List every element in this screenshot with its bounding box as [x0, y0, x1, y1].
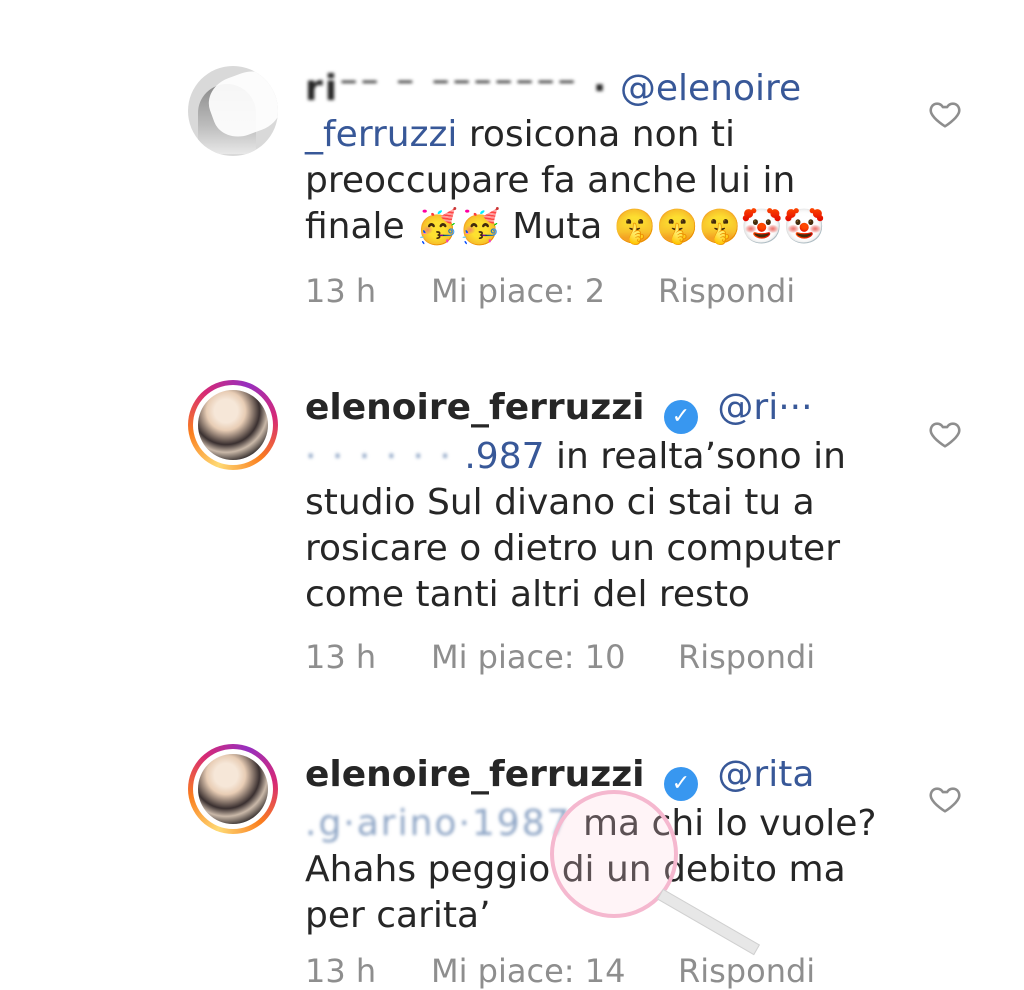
heart-outline-icon[interactable]: [928, 98, 962, 132]
verified-badge-icon: ✓: [663, 767, 698, 801]
username-obscured[interactable]: ri⁻⁻ ⁻ ⁻⁻⁻⁻⁻⁻⁻ ·: [305, 68, 608, 109]
comment-line: _ferruzzi rosicona non ti: [305, 112, 895, 158]
comment-text: studio Sul divano ci stai tu a: [305, 482, 815, 523]
comment-body: elenoire_ferruzzi ✓ @rita .g·arino·1987 …: [305, 752, 895, 939]
timestamp: 13 h: [305, 638, 377, 676]
verified-badge-icon: ✓: [663, 400, 698, 434]
avatar-story-ring[interactable]: [188, 744, 278, 834]
username[interactable]: elenoire_ferruzzi: [305, 387, 645, 428]
comment-text: rosicona non ti: [468, 114, 736, 155]
mention-link-cont[interactable]: .987: [464, 436, 544, 477]
comment-line: finale 🥳🥳 Muta 🤫🤫🤫🤡🤡: [305, 204, 895, 250]
reply-button[interactable]: Rispondi: [658, 272, 795, 310]
comment-line: .g·arino·1987 ma chi lo vuole?: [305, 801, 895, 847]
mention-link-cont[interactable]: _ferruzzi: [305, 114, 457, 155]
comment-text: Ahahs peggio di un debito ma: [305, 849, 846, 890]
shush-clown-emoji: 🤫🤫🤫🤡🤡: [613, 207, 826, 247]
heart-outline-icon[interactable]: [928, 783, 962, 817]
avatar-story-ring[interactable]: [188, 380, 278, 470]
mention-link[interactable]: @rita: [717, 754, 814, 795]
likes-count[interactable]: Mi piace: 10: [431, 638, 625, 676]
reply-button[interactable]: Rispondi: [678, 638, 815, 676]
comment-text: in realta’sono in: [555, 436, 846, 477]
reply-button[interactable]: Rispondi: [678, 952, 815, 990]
comment-text: preoccupare fa anche lui in: [305, 160, 796, 201]
heart-outline-icon[interactable]: [928, 418, 962, 452]
comment-text: rosicare o dietro un computer: [305, 528, 841, 569]
comment-text: per carita’: [305, 895, 491, 936]
avatar-image: [198, 390, 268, 460]
timestamp: 13 h: [305, 952, 377, 990]
timestamp: 13 h: [305, 272, 377, 310]
mention-link[interactable]: @elenoire: [620, 68, 801, 109]
comment-line: elenoire_ferruzzi ✓ @rita: [305, 752, 895, 801]
mention-obscured[interactable]: · · · · · ·: [305, 436, 453, 477]
comment-text: come tanti altri del resto: [305, 574, 750, 615]
party-emoji: 🥳🥳: [416, 207, 501, 247]
mention-obscured[interactable]: .g·arino·1987: [305, 803, 572, 844]
comment-body: ri⁻⁻ ⁻ ⁻⁻⁻⁻⁻⁻⁻ · @elenoire _ferruzzi ros…: [305, 66, 895, 250]
comment-body: elenoire_ferruzzi ✓ @ri··· · · · · · · .…: [305, 385, 895, 618]
likes-count[interactable]: Mi piace: 14: [431, 952, 625, 990]
comment-text: finale: [305, 206, 405, 247]
comment-text: Muta: [512, 206, 603, 247]
mention-link[interactable]: @ri···: [717, 387, 812, 428]
username[interactable]: elenoire_ferruzzi: [305, 754, 645, 795]
comment-line: ri⁻⁻ ⁻ ⁻⁻⁻⁻⁻⁻⁻ · @elenoire: [305, 66, 895, 112]
likes-count[interactable]: Mi piace: 2: [431, 272, 605, 310]
comment-line: · · · · · · .987 in realta’sono in: [305, 434, 895, 480]
avatar-image: [198, 754, 268, 824]
comment-line: elenoire_ferruzzi ✓ @ri···: [305, 385, 895, 434]
avatar[interactable]: [188, 66, 278, 156]
comment-text: ma chi lo vuole?: [582, 803, 877, 844]
